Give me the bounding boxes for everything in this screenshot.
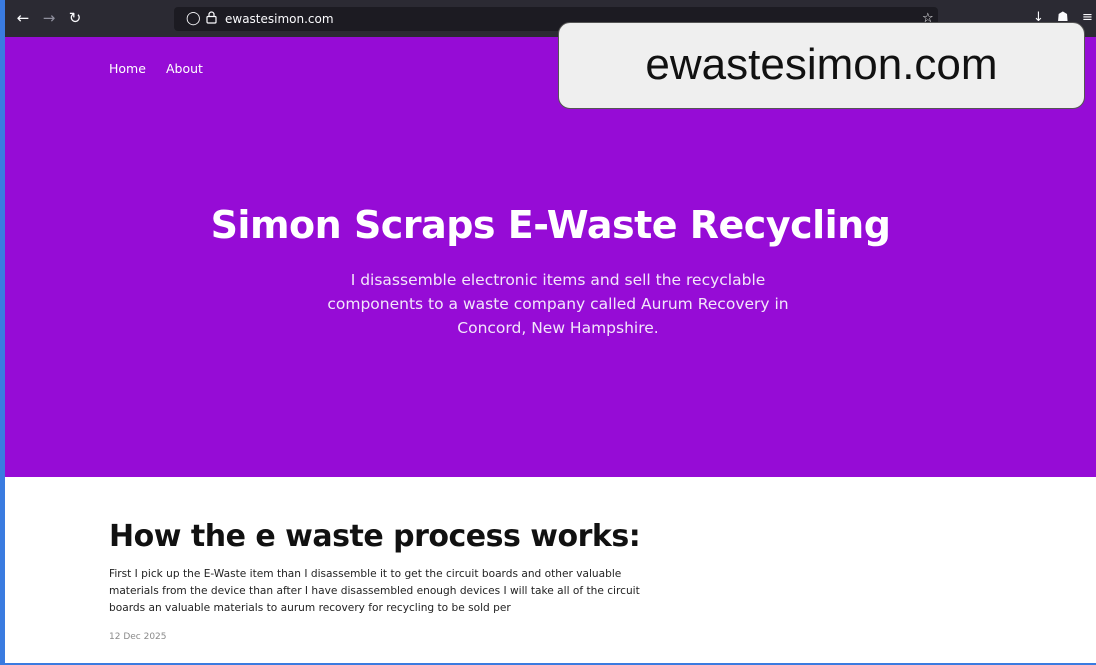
nav-link-home[interactable]: Home xyxy=(109,61,146,76)
web-page: Home About Simon Scraps E-Waste Recyclin… xyxy=(5,37,1096,663)
post-body: First I pick up the E-Waste item than I … xyxy=(109,568,640,614)
browser-window: ← → ↻ ◯ ewastesimon.com ☆ ↓ ☗ ≡ Home Abo… xyxy=(5,0,1096,663)
post-date: 12 Dec 2025 xyxy=(109,632,167,642)
forward-arrow-icon[interactable]: → xyxy=(39,8,59,28)
reload-icon[interactable]: ↻ xyxy=(65,8,85,28)
hamburger-menu-icon[interactable]: ≡ xyxy=(1082,8,1093,28)
back-arrow-icon[interactable]: ← xyxy=(13,8,33,28)
nav-link-about[interactable]: About xyxy=(166,61,203,76)
post-title[interactable]: How the e waste process works: xyxy=(109,519,641,554)
hero-title: Simon Scraps E-Waste Recycling xyxy=(210,203,891,247)
url-overlay-label: ewastesimon.com xyxy=(558,22,1085,109)
hero-subtitle: I disassemble electronic items and sell … xyxy=(327,271,789,337)
url-text[interactable]: ewastesimon.com xyxy=(225,10,334,28)
shield-icon[interactable]: ◯ xyxy=(186,10,201,28)
lock-icon[interactable] xyxy=(206,10,217,28)
post-section: How the e waste process works: First I p… xyxy=(5,477,1096,663)
